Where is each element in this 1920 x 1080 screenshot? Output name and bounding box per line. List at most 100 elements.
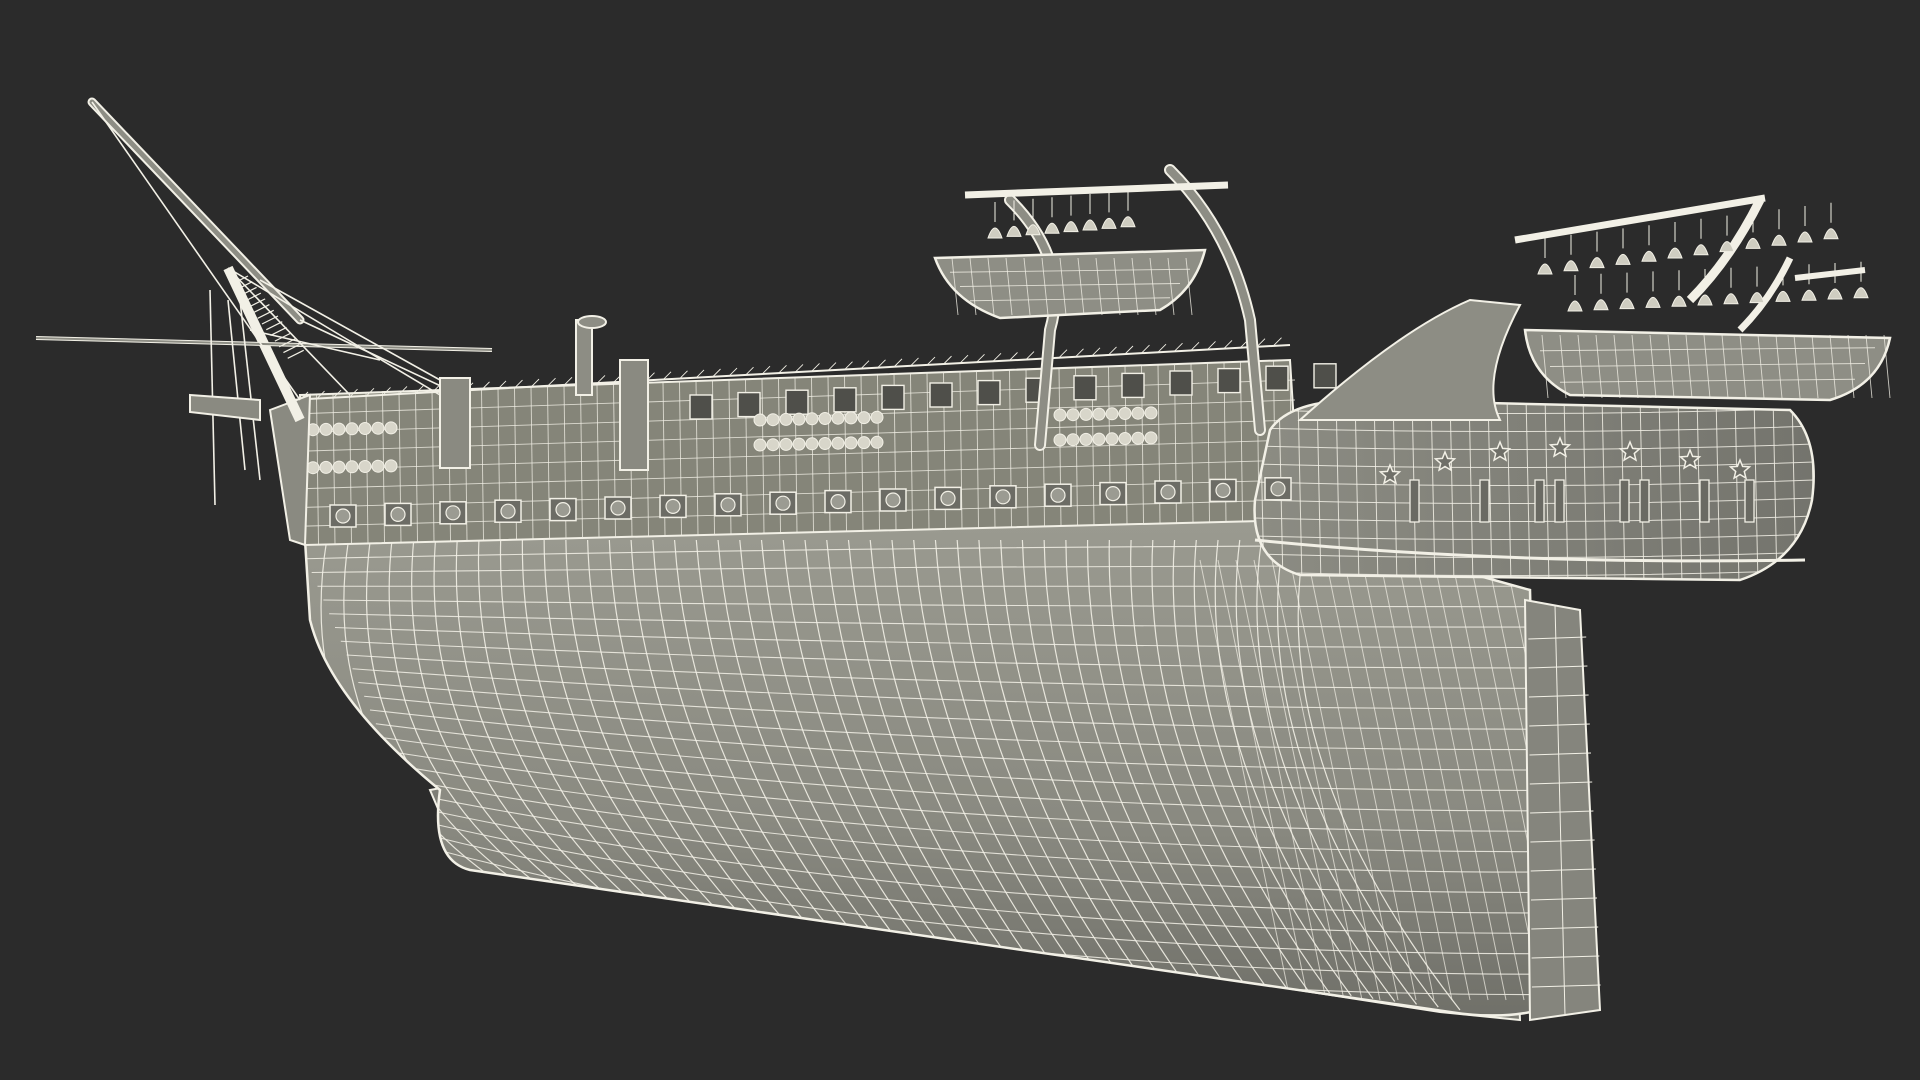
cannon-muzzle (995, 489, 1011, 505)
cannon-muzzle (445, 505, 461, 521)
cannon-ball (792, 412, 806, 426)
cannon-muzzle (1270, 481, 1286, 497)
hanging-bell (1853, 287, 1869, 299)
cannon-ball (1131, 406, 1145, 420)
hanging-bell (1101, 217, 1117, 229)
cannon-ball (857, 411, 871, 425)
hanging-bell (1567, 300, 1583, 312)
cannon-ball (844, 436, 858, 450)
ship-wireframe-render (35, 97, 1892, 1022)
hanging-bell (1667, 247, 1683, 259)
cannon-ball (1066, 408, 1080, 422)
upper-gun-port (689, 394, 713, 420)
cannon-ball (358, 422, 372, 435)
rigging-ladder-rung (274, 332, 292, 342)
cannon-muzzle (610, 500, 626, 516)
cannon-ball (1092, 407, 1106, 421)
cannon-muzzle (555, 502, 571, 518)
hanging-bell (1063, 221, 1079, 233)
cannon-muzzle (665, 498, 681, 514)
hanging-bell (1823, 228, 1839, 240)
cannon-muzzle (1160, 484, 1176, 500)
rail-net-line (1273, 337, 1282, 347)
cannon-ball (319, 460, 333, 474)
cannon-muzzle (1105, 486, 1121, 502)
stern-upper (1297, 298, 1522, 421)
hanging-bell (1797, 231, 1813, 243)
cannon-ball (332, 422, 346, 436)
cannon-ball (1079, 407, 1093, 421)
cannon-ball (1105, 407, 1119, 421)
hanging-bell (1671, 295, 1687, 307)
hanging-bell (1641, 250, 1657, 262)
cannon-ball (766, 413, 780, 427)
stern-window-pillar (1554, 479, 1565, 523)
rigging-ladder-rung (248, 298, 266, 308)
cannon-ball (345, 460, 359, 474)
rigging-ladder-rung (257, 309, 274, 319)
cannon-muzzle (500, 503, 516, 519)
hanging-bell (1749, 292, 1765, 304)
stern-boat-hanging-bells (1537, 202, 1869, 312)
cannon-ball (792, 437, 806, 451)
stern-window-pillar (1479, 479, 1490, 523)
cannon-muzzle (1050, 487, 1066, 503)
cannon-ball (818, 437, 832, 450)
hanging-bell (1593, 299, 1609, 311)
rigging-ladder-rung (266, 321, 283, 331)
hanging-bell (1537, 263, 1553, 275)
hanging-bell (1775, 290, 1791, 302)
upper-gun-port (785, 389, 809, 415)
hanging-bell (1697, 294, 1713, 306)
cannon-ball (831, 436, 845, 450)
rigging-line (299, 319, 461, 396)
upper-gun-port (1121, 372, 1145, 399)
cannon-ball (1079, 432, 1093, 446)
cannon-ball (345, 422, 359, 436)
cannon-ball (753, 438, 767, 452)
stern-window-pillar (1699, 479, 1710, 523)
hanging-bell (987, 227, 1003, 239)
cannon-ball (1118, 432, 1132, 445)
cannon-muzzle (830, 494, 846, 510)
hanging-bell (1120, 216, 1136, 228)
cannon-ball (306, 461, 320, 475)
stern-davit-beam-2 (1794, 267, 1866, 281)
stern-window-pillar (1639, 479, 1650, 523)
bowsprit-core (89, 99, 303, 323)
upper-gun-port (929, 382, 953, 408)
cannon-ball (1053, 433, 1067, 447)
hull (303, 518, 1542, 1017)
stern-window-pillar (1619, 479, 1630, 523)
hanging-bell (1827, 288, 1843, 300)
cannon-ball (1053, 408, 1067, 422)
cannon-ball (332, 460, 346, 474)
upper-gun-port (1169, 370, 1193, 396)
upper-gun-port (881, 384, 905, 411)
cannon-ball (779, 437, 793, 451)
hanging-bell (1771, 234, 1787, 246)
cannon-muzzle (1215, 482, 1231, 498)
hanging-bell (1044, 222, 1060, 234)
cannon-ball (831, 411, 845, 425)
stern-window-pillar (1409, 479, 1420, 523)
rigging-ladder-rung (261, 315, 279, 325)
bow-post (439, 377, 471, 469)
mid-post (619, 359, 649, 471)
cannon-muzzle (335, 508, 351, 524)
cannon-ball (805, 437, 819, 451)
rigging-ladder-rung (287, 349, 304, 359)
hanging-bell (1615, 253, 1631, 265)
rigging-ladder-rung (270, 326, 287, 336)
cannon-ball (1144, 431, 1158, 445)
cannon-ball (384, 459, 398, 473)
hanging-bell (1006, 225, 1022, 237)
chimney-cap (577, 315, 607, 329)
cannon-muzzle (940, 490, 956, 506)
cannon-ball (371, 421, 385, 435)
cannon-ball (1066, 433, 1080, 447)
hanging-bell (1619, 298, 1635, 310)
cannon-ball (857, 436, 871, 450)
upper-gun-port (977, 379, 1001, 406)
hanging-bell (1082, 219, 1098, 231)
